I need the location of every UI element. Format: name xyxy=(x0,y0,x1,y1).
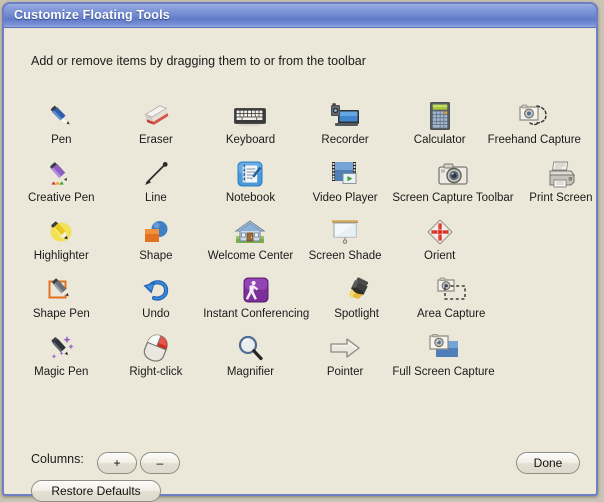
full-screen-capture-icon[interactable] xyxy=(424,332,464,364)
tool-item-label: Pen xyxy=(51,134,72,146)
tool-item-label: Creative Pen xyxy=(28,192,95,204)
shape-pen-icon[interactable] xyxy=(41,274,81,306)
tool-item-orient[interactable]: Orient xyxy=(392,216,487,274)
tools-row: Pen Eraser Keyboard Recorder Calculator … xyxy=(14,100,586,158)
video-player-icon[interactable] xyxy=(325,158,365,190)
creative-pen-icon[interactable] xyxy=(41,158,81,190)
shape-icon[interactable] xyxy=(136,216,176,248)
right-click-icon[interactable] xyxy=(136,332,176,364)
title-bar[interactable]: Customize Floating Tools xyxy=(2,2,598,28)
tool-item-creative-pen[interactable]: Creative Pen xyxy=(14,158,109,216)
instant-conferencing-icon[interactable] xyxy=(236,274,276,306)
tool-item-welcome-center[interactable]: Welcome Center xyxy=(203,216,298,274)
tool-item-label: Magic Pen xyxy=(34,366,89,378)
pointer-icon[interactable] xyxy=(325,332,365,364)
tool-item-pen[interactable]: Pen xyxy=(14,100,109,158)
pen-icon[interactable] xyxy=(41,100,81,132)
tool-item-label: Orient xyxy=(424,250,456,262)
welcome-center-icon[interactable] xyxy=(230,216,270,248)
area-capture-icon[interactable] xyxy=(431,274,471,306)
tool-item-label: Recorder xyxy=(321,134,369,146)
magic-pen-icon[interactable] xyxy=(41,332,81,364)
tool-item-label: Screen Capture Toolbar xyxy=(392,192,514,204)
tool-item-highlighter[interactable]: Highlighter xyxy=(14,216,109,274)
tool-item-label: Magnifier xyxy=(226,366,275,378)
restore-defaults-button[interactable]: Restore Defaults xyxy=(31,480,161,502)
tool-item-screen-capture-toolbar[interactable]: Screen Capture Toolbar xyxy=(392,158,514,216)
eraser-icon[interactable] xyxy=(136,100,176,132)
columns-increase-button[interactable]: + xyxy=(97,452,137,474)
tool-item-recorder[interactable]: Recorder xyxy=(298,100,393,158)
customize-floating-tools-window: Customize Floating Tools Add or remove i… xyxy=(2,2,598,502)
screen-capture-toolbar-icon[interactable] xyxy=(433,158,473,190)
notebook-icon[interactable] xyxy=(230,158,270,190)
tool-item-keyboard[interactable]: Keyboard xyxy=(203,100,298,158)
tool-item-freehand-capture[interactable]: Freehand Capture xyxy=(487,100,582,158)
tool-item-label: Welcome Center xyxy=(207,250,294,262)
tool-item-label: Video Player xyxy=(312,192,378,204)
columns-decrease-button[interactable]: – xyxy=(140,452,180,474)
tool-item-shape-pen[interactable]: Shape Pen xyxy=(14,274,109,332)
tools-row: Shape Pen Undo Instant Conferencing Spot… xyxy=(14,274,586,332)
tool-item-shape[interactable]: Shape xyxy=(109,216,204,274)
tool-item-label: Right-click xyxy=(129,366,183,378)
keyboard-icon[interactable] xyxy=(230,100,270,132)
tool-item-label: Spotlight xyxy=(334,308,379,320)
tool-item-pointer[interactable]: Pointer xyxy=(298,332,393,390)
tool-item-label: Highlighter xyxy=(33,250,89,262)
line-icon[interactable] xyxy=(136,158,176,190)
tool-item-label: Line xyxy=(145,192,167,204)
tool-item-full-screen-capture[interactable]: Full Screen Capture xyxy=(392,332,495,390)
done-button[interactable]: Done xyxy=(516,452,580,474)
tool-item-label: Area Capture xyxy=(417,308,486,320)
tool-item-notebook[interactable]: Notebook xyxy=(203,158,298,216)
tool-item-area-capture[interactable]: Area Capture xyxy=(404,274,499,332)
tool-item-label: Calculator xyxy=(413,134,466,146)
tool-item-instant-conferencing[interactable]: Instant Conferencing xyxy=(203,274,309,332)
tool-item-label: Print Screen xyxy=(529,192,593,204)
columns-label: Columns: xyxy=(31,452,84,466)
tool-item-print-screen[interactable]: Print Screen xyxy=(514,158,604,216)
tool-item-spotlight[interactable]: Spotlight xyxy=(309,274,404,332)
tool-item-label: Eraser xyxy=(138,134,173,146)
screen-shade-icon[interactable] xyxy=(325,216,365,248)
tool-item-right-click[interactable]: Right-click xyxy=(109,332,204,390)
tool-item-label: Screen Shade xyxy=(308,250,382,262)
instruction-text: Add or remove items by dragging them to … xyxy=(31,54,366,68)
tool-item-eraser[interactable]: Eraser xyxy=(109,100,204,158)
tool-item-label: Undo xyxy=(142,308,170,320)
tool-item-line[interactable]: Line xyxy=(109,158,204,216)
tool-item-label: Notebook xyxy=(225,192,276,204)
tool-item-magnifier[interactable]: Magnifier xyxy=(203,332,298,390)
tool-item-video-player[interactable]: Video Player xyxy=(298,158,393,216)
tool-item-screen-shade[interactable]: Screen Shade xyxy=(298,216,393,274)
dialog-body: Add or remove items by dragging them to … xyxy=(4,28,596,502)
tool-item-label: Full Screen Capture xyxy=(392,366,495,378)
window-title: Customize Floating Tools xyxy=(14,8,170,22)
tool-item-label: Freehand Capture xyxy=(487,134,581,146)
tools-grid: Pen Eraser Keyboard Recorder Calculator … xyxy=(14,100,593,390)
tools-row: Highlighter Shape Welcome Center Screen … xyxy=(14,216,586,274)
tool-item-label: Instant Conferencing xyxy=(203,308,310,320)
tools-row: Creative Pen Line Notebook Video Player … xyxy=(14,158,593,216)
freehand-capture-icon[interactable] xyxy=(514,100,554,132)
highlighter-icon[interactable] xyxy=(41,216,81,248)
recorder-icon[interactable] xyxy=(325,100,365,132)
undo-icon[interactable] xyxy=(136,274,176,306)
orient-icon[interactable] xyxy=(420,216,460,248)
tools-row: Magic Pen Right-click Magnifier Pointer … xyxy=(14,332,586,390)
tool-item-label: Shape Pen xyxy=(32,308,90,320)
tool-item-magic-pen[interactable]: Magic Pen xyxy=(14,332,109,390)
print-screen-icon[interactable] xyxy=(541,158,581,190)
tool-item-label: Shape xyxy=(139,250,173,262)
spotlight-icon[interactable] xyxy=(337,274,377,306)
magnifier-icon[interactable] xyxy=(230,332,270,364)
tool-item-label: Keyboard xyxy=(225,134,276,146)
calculator-icon[interactable] xyxy=(420,100,460,132)
tool-item-calculator[interactable]: Calculator xyxy=(392,100,487,158)
tool-item-label: Pointer xyxy=(326,366,364,378)
tool-item-undo[interactable]: Undo xyxy=(109,274,204,332)
